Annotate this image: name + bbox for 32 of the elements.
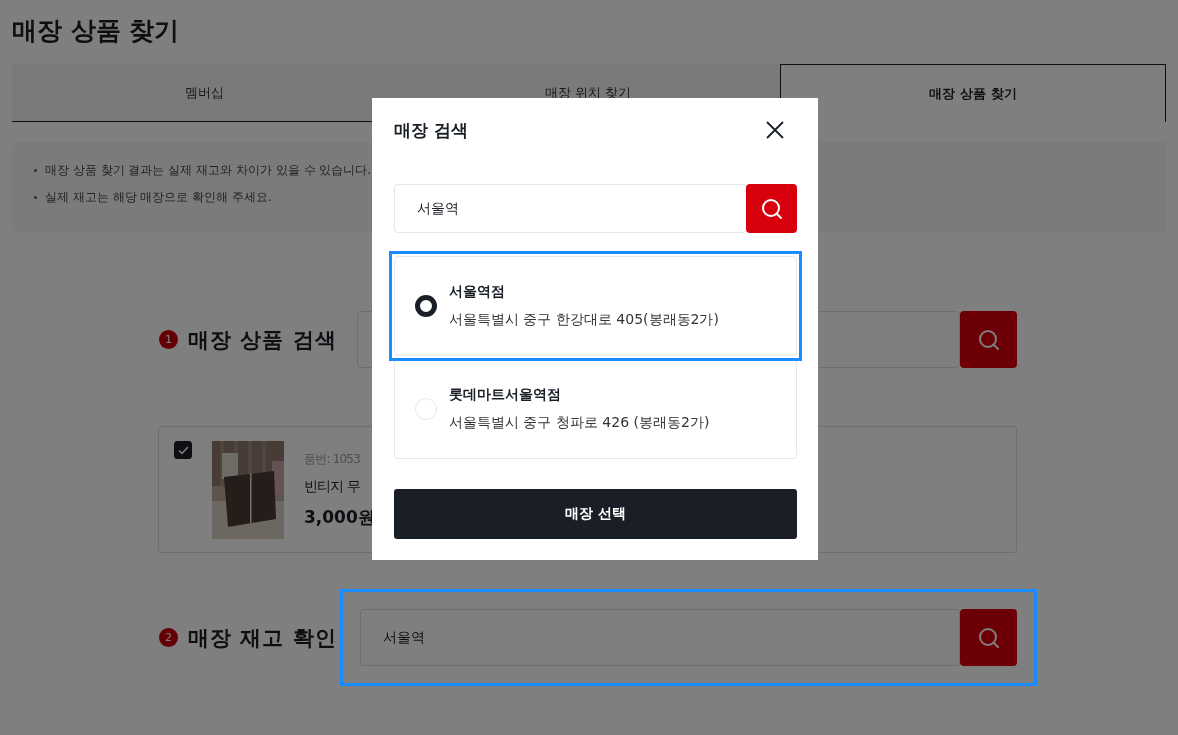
search-button[interactable]	[960, 311, 1017, 368]
product-name: 빈티지 무	[304, 478, 362, 496]
search-icon	[760, 197, 783, 220]
store-search-field[interactable]: 서울역	[360, 609, 960, 666]
notice-text: 실제 재고는 해당 매장으로 확인해 주세요.	[45, 189, 272, 206]
store-address: 서울특별시 중구 청파로 426 (봉래동2가)	[449, 414, 710, 432]
page-title: 매장 상품 찾기	[12, 15, 181, 47]
notice-text: 매장 상품 찾기 결과는 실제 재고와 차이가 있을 수 있습니다.	[45, 162, 372, 179]
checkbox[interactable]	[174, 441, 192, 459]
step-number: 1	[159, 330, 178, 349]
tab[interactable]: 멤버십	[12, 64, 396, 122]
product-price: 3,000원	[304, 506, 375, 529]
step-number: 2	[159, 628, 178, 647]
store-option[interactable]: 롯데마트서울역점 서울특별시 중구 청파로 426 (봉래동2가)	[394, 359, 797, 459]
store-address: 서울특별시 중구 한강대로 405(봉래동2가)	[449, 311, 719, 329]
step-title: 매장 상품 검색	[188, 326, 337, 354]
select-store-button[interactable]: 매장 선택	[394, 489, 797, 539]
close-button[interactable]	[764, 119, 786, 141]
search-icon	[977, 626, 1000, 649]
check-icon	[177, 445, 189, 455]
radio-button[interactable]	[415, 295, 437, 317]
store-name: 서울역점	[449, 283, 506, 301]
bullet-icon	[34, 169, 37, 172]
close-icon	[764, 119, 786, 141]
store-name: 롯데마트서울역점	[449, 386, 562, 404]
search-icon	[977, 328, 1000, 351]
tab[interactable]: 매장 상품 찾기	[780, 64, 1166, 122]
step-title: 매장 재고 확인	[188, 624, 337, 652]
store-option[interactable]: 서울역점 서울특별시 중구 한강대로 405(봉래동2가)	[394, 256, 797, 356]
bullet-icon	[34, 196, 37, 199]
search-button[interactable]	[960, 609, 1017, 666]
search-button[interactable]	[746, 184, 797, 233]
